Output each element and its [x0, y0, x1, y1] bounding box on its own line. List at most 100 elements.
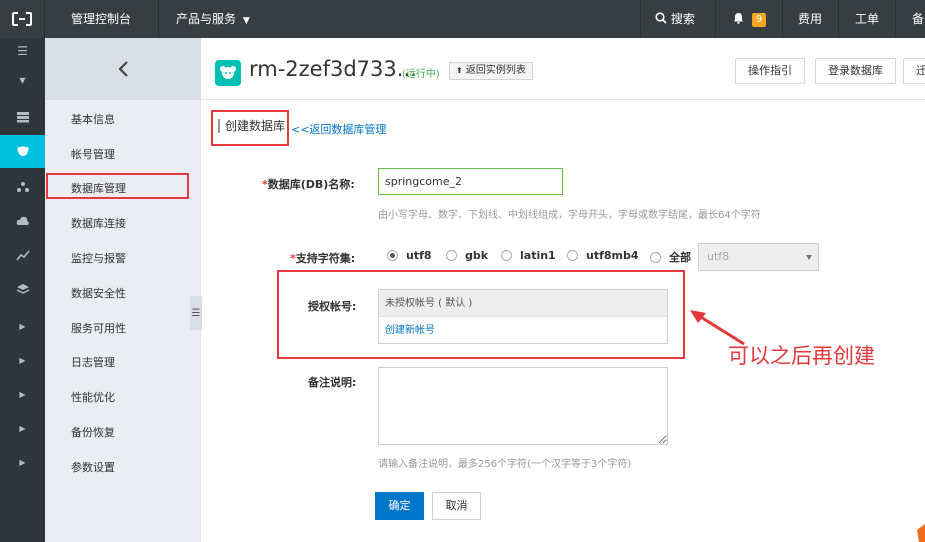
instance-sidebar: 基本信息 帐号管理 数据库管理 数据库连接 监控与报警 数据安全性 服务可用性 …	[45, 38, 201, 542]
sidebar-item-backup[interactable]: 备份恢复	[71, 424, 115, 440]
corner-logo-icon	[917, 524, 925, 542]
sidebar-item-parameters[interactable]: 参数设置	[71, 459, 115, 475]
instance-name: rm-2zef3d733...	[249, 57, 417, 81]
notes-textarea[interactable]	[378, 367, 668, 445]
storage-product-button[interactable]	[0, 272, 45, 305]
charset-radio-all[interactable]: 全部	[650, 249, 691, 265]
annotation-box-title	[211, 110, 289, 146]
sidebar-back-button[interactable]	[45, 38, 201, 100]
charset-radio-utf8[interactable]: utf8	[387, 249, 432, 262]
bell-icon	[734, 13, 743, 24]
login-db-button[interactable]: 登录数据库	[815, 58, 896, 84]
charset-option-label: latin1	[520, 249, 556, 262]
rds-product-button[interactable]	[0, 135, 45, 168]
notes-label: 备注说明:	[308, 376, 357, 389]
confirm-button[interactable]: 确定	[375, 492, 424, 520]
radio-icon	[501, 250, 512, 261]
sidebar-item-basic-info[interactable]: 基本信息	[71, 111, 115, 127]
sidebar-collapse-handle[interactable]: ☰	[190, 296, 202, 330]
sidebar-item-availability[interactable]: 服务可用性	[71, 320, 126, 336]
instance-icon	[215, 60, 241, 86]
db-name-label: *数据库(DB)名称:	[262, 176, 355, 192]
charset-option-label: utf8mb4	[586, 249, 639, 262]
cloud-icon	[16, 216, 29, 225]
divider	[895, 0, 896, 38]
top-navbar: 管理控制台 产品与服务 ▼ 搜索 9 费用 工单 备	[0, 0, 925, 38]
sidebar-item-monitoring[interactable]: 监控与报警	[71, 250, 126, 266]
sidebar-item-logs[interactable]: 日志管理	[71, 354, 115, 370]
expand-toggle[interactable]: ▼	[0, 65, 45, 95]
tickets-link[interactable]: 工单	[855, 0, 879, 38]
db-name-input[interactable]: springcome_2	[378, 168, 563, 195]
back-to-db-management-link[interactable]: <<返回数据库管理	[291, 121, 386, 137]
charset-option-label: utf8	[406, 249, 432, 262]
charset-option-label: 全部	[669, 251, 691, 264]
divider	[838, 0, 839, 38]
chevron-down-icon	[806, 255, 812, 260]
charset-select[interactable]: utf8	[698, 243, 819, 271]
caret-right-icon: ▶	[19, 458, 26, 467]
sidebar-item-connection[interactable]: 数据库连接	[71, 215, 126, 231]
radio-icon	[446, 250, 457, 261]
divider	[782, 0, 783, 38]
list-icon: ☰	[191, 307, 201, 319]
more-product-3[interactable]: ▶	[0, 378, 45, 411]
charset-radio-latin1[interactable]: latin1	[501, 249, 556, 262]
network-product-button[interactable]	[0, 170, 45, 203]
cloud-product-button[interactable]	[0, 204, 45, 237]
charset-option-label: gbk	[465, 249, 489, 262]
more-product-2[interactable]: ▶	[0, 344, 45, 377]
sidebar-item-accounts[interactable]: 帐号管理	[71, 146, 115, 162]
caret-down-icon: ▼	[242, 16, 250, 26]
products-menu[interactable]: 产品与服务 ▼	[176, 0, 250, 38]
server-product-button[interactable]	[0, 100, 45, 133]
more-product-5[interactable]: ▶	[0, 446, 45, 479]
caret-right-icon: ▶	[19, 390, 26, 399]
caret-right-icon: ▶	[19, 424, 26, 433]
notification-button[interactable]: 9	[733, 0, 767, 38]
more-product-1[interactable]: ▶	[0, 310, 45, 343]
console-link[interactable]: 管理控制台	[71, 0, 131, 38]
more-product-4[interactable]: ▶	[0, 412, 45, 445]
cancel-button[interactable]: 取消	[432, 492, 481, 520]
sidebar-item-security[interactable]: 数据安全性	[71, 285, 126, 301]
search-icon	[655, 12, 667, 24]
db-name-label-text: 数据库(DB)名称:	[267, 178, 355, 191]
guide-button[interactable]: 操作指引	[735, 58, 805, 84]
divider	[640, 0, 641, 38]
charset-label: *支持字符集:	[290, 250, 355, 266]
layers-icon	[16, 283, 29, 294]
products-label: 产品与服务	[176, 12, 237, 26]
radio-icon	[650, 251, 661, 263]
divider	[158, 0, 159, 38]
trend-icon	[15, 249, 30, 260]
radio-icon	[387, 250, 398, 261]
migrate-button[interactable]: 迁	[903, 58, 925, 84]
divider	[715, 0, 716, 38]
db-name-hint: 由小写字母、数字、下划线、中划线组成，字母开头，字母或数字结尾，最长64个字符	[378, 210, 761, 221]
billing-link[interactable]: 费用	[798, 0, 822, 38]
annotation-box-account	[277, 270, 685, 359]
caret-right-icon: ▶	[19, 356, 26, 365]
back-to-list-button[interactable]: ⬆ 返回实例列表	[449, 62, 533, 80]
instance-status: (运行中)	[402, 69, 440, 80]
search-button[interactable]: 搜索	[655, 0, 695, 38]
instance-header: rm-2zef3d733... (运行中) ⬆ 返回实例列表 操作指引 登录数据…	[201, 38, 925, 100]
server-icon	[16, 111, 29, 122]
monitor-product-button[interactable]	[0, 238, 45, 271]
sidebar-item-performance[interactable]: 性能优化	[71, 389, 115, 405]
annotation-text: 可以之后再创建	[728, 344, 875, 368]
charset-select-value: utf8	[707, 250, 730, 263]
hamburger-icon: ☰	[17, 44, 28, 58]
backup-link[interactable]: 备	[912, 0, 924, 38]
charset-radio-gbk[interactable]: gbk	[446, 249, 488, 262]
menu-toggle[interactable]: ☰	[0, 38, 45, 64]
notes-hint: 请输入备注说明，最多256个字符(一个汉字等于3个字符)	[378, 459, 632, 470]
logo-icon	[12, 12, 32, 26]
back-to-list-label: 返回实例列表	[465, 65, 526, 76]
chevron-left-icon	[118, 61, 128, 77]
rds-icon	[220, 66, 236, 79]
radio-icon	[567, 250, 578, 261]
aliyun-logo[interactable]	[0, 0, 45, 38]
charset-radio-utf8mb4[interactable]: utf8mb4	[567, 249, 639, 262]
